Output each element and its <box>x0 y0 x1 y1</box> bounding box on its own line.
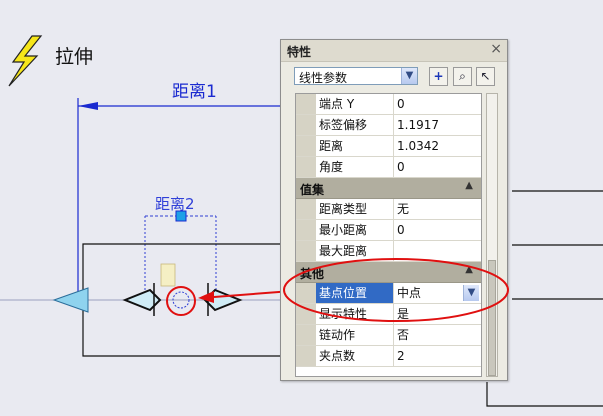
property-name: 角度 <box>316 157 394 177</box>
property-name: 标签偏移 <box>316 115 394 135</box>
property-row[interactable]: 距离 1.0342 <box>296 136 481 157</box>
property-value[interactable]: 是 <box>394 304 481 324</box>
property-value[interactable]: 0 <box>394 220 481 240</box>
dimension-grip-square[interactable] <box>175 210 187 222</box>
scrollbar-thumb[interactable] <box>488 260 496 376</box>
property-grid: 端点 Y 0 标签偏移 1.1917 距离 1.0342 角度 0 值集 ▲ 距… <box>295 93 482 377</box>
object-type-value: 线性参数 <box>299 71 348 85</box>
command-label: 拉伸 <box>55 46 93 68</box>
object-type-select[interactable]: 线性参数 ▼ <box>294 67 418 85</box>
property-row[interactable]: 最大距离 <box>296 241 481 262</box>
category-header-misc[interactable]: 其他 ▲ <box>296 262 481 283</box>
close-icon[interactable]: × <box>490 41 502 57</box>
chevron-down-icon[interactable]: ▼ <box>463 285 479 301</box>
annotation-circle-small <box>166 286 196 316</box>
stretch-grip-left[interactable] <box>52 287 89 313</box>
property-row[interactable]: 链动作 否 <box>296 325 481 346</box>
dimension-label-large: 距离1 <box>172 82 217 102</box>
property-scrollbar[interactable] <box>486 93 498 377</box>
property-value[interactable]: 0 <box>394 94 481 114</box>
category-label: 其他 <box>300 267 325 281</box>
property-name: 距离类型 <box>316 199 394 219</box>
property-row[interactable]: 端点 Y 0 <box>296 94 481 115</box>
category-label: 值集 <box>300 183 325 197</box>
base-point-marker <box>160 263 176 287</box>
select-objects-icon[interactable]: ⌕ <box>453 67 472 86</box>
dimension-arrow-left <box>78 102 98 110</box>
collapse-icon[interactable]: ▲ <box>465 264 473 275</box>
palette-title: 特性 <box>287 45 312 59</box>
property-value[interactable]: 无 <box>394 199 481 219</box>
property-value[interactable]: 1.0342 <box>394 136 481 156</box>
property-name: 端点 Y <box>316 94 394 114</box>
property-name: 基点位置 <box>316 283 394 303</box>
quick-select-icon[interactable]: + <box>429 67 448 86</box>
property-name: 最小距离 <box>316 220 394 240</box>
toggle-pickadd-icon[interactable]: ↖ <box>476 67 495 86</box>
property-name: 最大距离 <box>316 241 394 261</box>
category-header-valueset[interactable]: 值集 ▲ <box>296 178 481 199</box>
property-row[interactable]: 显示特性 是 <box>296 304 481 325</box>
property-name: 显示特性 <box>316 304 394 324</box>
collapse-icon[interactable]: ▲ <box>465 180 473 191</box>
dimension-label-small: 距离2 <box>155 195 195 213</box>
property-row-selected[interactable]: 基点位置 中点 ▼ <box>296 283 481 304</box>
property-row[interactable]: 角度 0 <box>296 157 481 178</box>
lightning-icon <box>8 35 43 87</box>
property-name: 距离 <box>316 136 394 156</box>
outline-right-bottom <box>486 382 603 407</box>
property-value[interactable] <box>394 241 481 261</box>
palette-titlebar[interactable]: 特性 × <box>281 40 507 62</box>
properties-palette[interactable]: 特性 × 线性参数 ▼ + ⌕ ↖ 端点 Y 0 标签偏移 1.1917 距离 … <box>280 39 508 381</box>
property-value[interactable]: 1.1917 <box>394 115 481 135</box>
property-row[interactable]: 最小距离 0 <box>296 220 481 241</box>
property-row[interactable]: 夹点数 2 <box>296 346 481 367</box>
property-value[interactable]: 2 <box>394 346 481 366</box>
property-row[interactable]: 标签偏移 1.1917 <box>296 115 481 136</box>
property-name: 夹点数 <box>316 346 394 366</box>
property-row[interactable]: 距离类型 无 <box>296 199 481 220</box>
chevron-down-icon[interactable]: ▼ <box>401 68 417 84</box>
property-value[interactable]: 0 <box>394 157 481 177</box>
property-value[interactable]: 否 <box>394 325 481 345</box>
property-name: 链动作 <box>316 325 394 345</box>
